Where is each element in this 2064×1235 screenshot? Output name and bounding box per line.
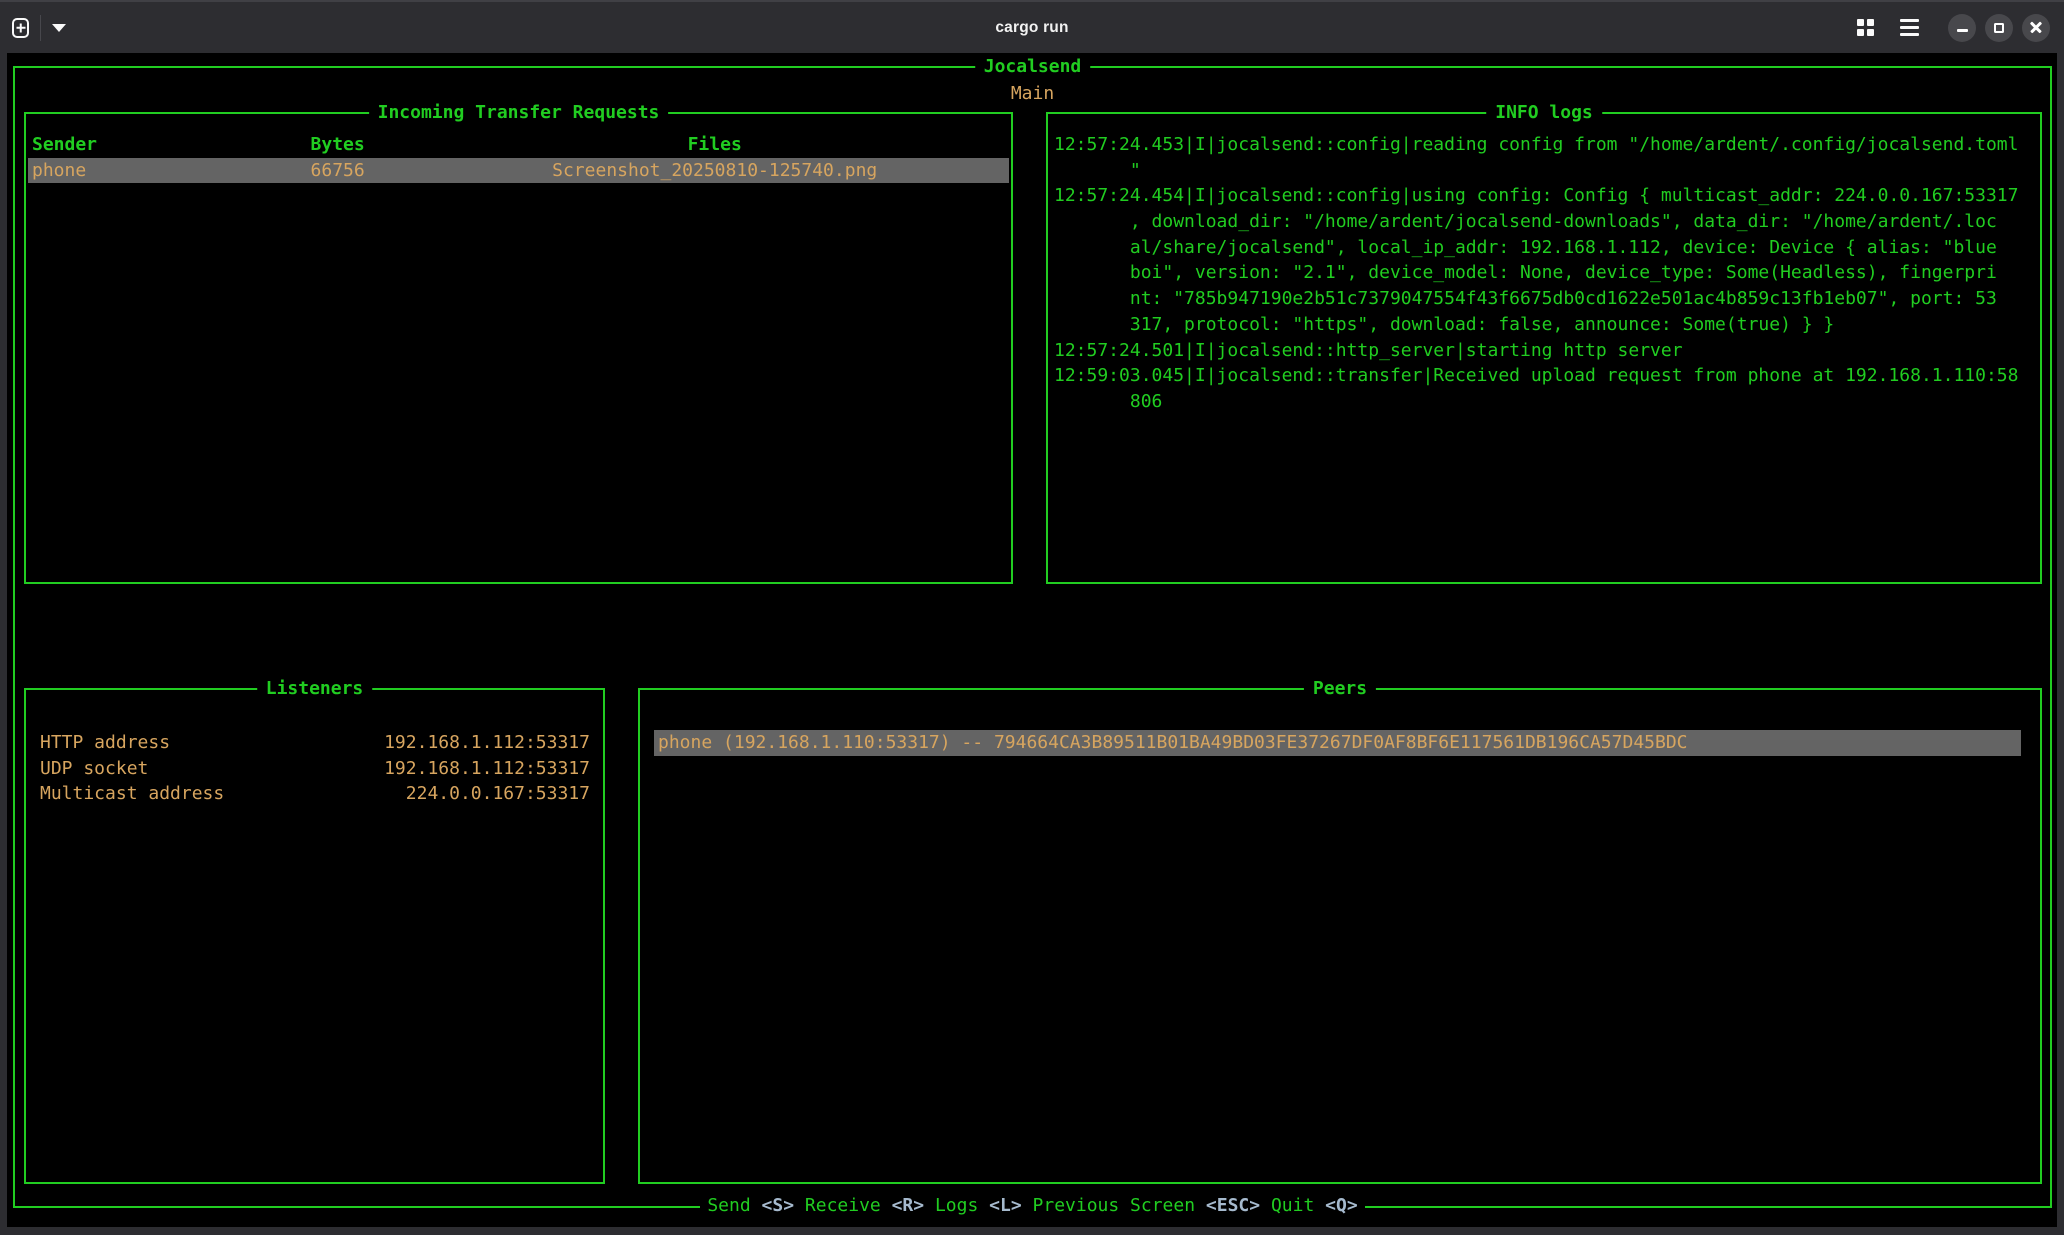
listener-label: HTTP address xyxy=(40,730,170,756)
row-files-cell: Screenshot_20250810-125740.png xyxy=(552,158,877,184)
previous-screen-action-label: Previous Screen xyxy=(1033,1195,1196,1216)
chevron-down-icon xyxy=(52,24,66,32)
peers-panel: Peers phone (192.168.1.110:53317) -- 794… xyxy=(638,688,2042,1184)
log-line: 12:57:24.501|I|jocalsend::http_server|st… xyxy=(1054,338,2040,364)
window-edge-right xyxy=(2057,53,2064,1235)
maximize-icon xyxy=(1994,23,2004,33)
listeners-list: HTTP address 192.168.1.112:53317 UDP soc… xyxy=(26,690,603,807)
listener-label: UDP socket xyxy=(40,756,148,782)
receive-key-hint: <R> xyxy=(892,1195,925,1216)
info-logs-panel-title: INFO logs xyxy=(1486,100,1602,126)
table-row[interactable]: phone 66756 Screenshot_20250810-125740.p… xyxy=(28,158,1009,184)
log-line: al/share/jocalsend", local_ip_addr: 192.… xyxy=(1054,235,2040,261)
logs-key-hint: <L> xyxy=(989,1195,1022,1216)
quit-action-label: Quit xyxy=(1271,1195,1314,1216)
listener-value: 192.168.1.112:53317 xyxy=(384,730,590,756)
listeners-panel-title: Listeners xyxy=(257,676,373,702)
close-icon xyxy=(2029,21,2043,35)
window-edge-bottom xyxy=(0,1227,2064,1235)
column-header-sender: Sender xyxy=(32,132,97,158)
window-title: cargo run xyxy=(995,19,1068,37)
column-header-bytes: Bytes xyxy=(311,132,365,158)
column-header-files: Files xyxy=(688,132,742,158)
footer-keybar: Send <S> Receive <R> Logs <L> Previous S… xyxy=(15,1193,2050,1219)
hamburger-icon xyxy=(1900,19,1919,36)
minimize-icon xyxy=(1957,29,1968,32)
list-item: Multicast address 224.0.0.167:53317 xyxy=(40,781,590,807)
logs-action-label: Logs xyxy=(935,1195,978,1216)
tab-list-dropdown-button[interactable] xyxy=(52,24,66,32)
listeners-panel: Listeners HTTP address 192.168.1.112:533… xyxy=(24,688,605,1184)
receive-action-label: Receive xyxy=(805,1195,881,1216)
minimize-button[interactable] xyxy=(1948,14,1976,42)
row-sender-cell: phone xyxy=(32,158,86,184)
log-line: 806 xyxy=(1054,389,2040,415)
titlebar-right-controls xyxy=(1857,2,2050,53)
listener-value: 224.0.0.167:53317 xyxy=(406,781,590,807)
new-tab-button[interactable] xyxy=(12,18,29,38)
send-key-hint: <S> xyxy=(762,1195,795,1216)
quit-key-hint: <Q> xyxy=(1325,1195,1358,1216)
titlebar: cargo run xyxy=(0,0,2064,53)
screen-label: Main xyxy=(15,81,2050,107)
log-line: , download_dir: "/home/ardent/jocalsend-… xyxy=(1054,209,2040,235)
list-item[interactable]: phone (192.168.1.110:53317) -- 794664CA3… xyxy=(654,730,2021,756)
tab-overview-button[interactable] xyxy=(1857,19,1900,36)
listener-label: Multicast address xyxy=(40,781,224,807)
app-title: Jocalsend xyxy=(975,54,1091,80)
titlebar-left-controls xyxy=(12,2,66,53)
log-line: 317, protocol: "https", download: false,… xyxy=(1054,312,2040,338)
log-line: boi", version: "2.1", device_model: None… xyxy=(1054,260,2040,286)
list-item: UDP socket 192.168.1.112:53317 xyxy=(40,756,590,782)
previous-screen-key-hint: <ESC> xyxy=(1206,1195,1260,1216)
new-tab-icon xyxy=(12,18,29,38)
listener-value: 192.168.1.112:53317 xyxy=(384,756,590,782)
log-line: " xyxy=(1054,158,2040,184)
list-item: HTTP address 192.168.1.112:53317 xyxy=(40,730,590,756)
log-line: 12:57:24.454|I|jocalsend::config|using c… xyxy=(1054,183,2040,209)
log-line: nt: "785b947190e2b51c7379047554f43f6675d… xyxy=(1054,286,2040,312)
maximize-button[interactable] xyxy=(1985,14,2013,42)
peers-panel-title: Peers xyxy=(1304,676,1376,702)
terminal-screen[interactable]: Jocalsend Main Send <S> Receive <R> Logs… xyxy=(0,53,2064,1227)
incoming-panel-title: Incoming Transfer Requests xyxy=(369,100,669,126)
send-action-label: Send xyxy=(707,1195,750,1216)
row-bytes-cell: 66756 xyxy=(311,158,365,184)
incoming-table-header: Sender Bytes Files xyxy=(28,132,1009,158)
incoming-transfer-requests-panel: Incoming Transfer Requests Sender Bytes … xyxy=(24,112,1013,584)
titlebar-divider xyxy=(40,15,41,41)
window-edge-left xyxy=(0,53,7,1235)
grid-icon xyxy=(1857,19,1874,36)
log-line: 12:59:03.045|I|jocalsend::transfer|Recei… xyxy=(1054,363,2040,389)
menu-button[interactable] xyxy=(1900,19,1939,36)
info-logs-panel: INFO logs 12:57:24.453|I|jocalsend::conf… xyxy=(1046,112,2042,584)
close-button[interactable] xyxy=(2022,14,2050,42)
console-window: cargo run Jocalsend Main Send <S> Receiv… xyxy=(0,0,2064,1235)
log-line: 12:57:24.453|I|jocalsend::config|reading… xyxy=(1054,132,2040,158)
log-lines: 12:57:24.453|I|jocalsend::config|reading… xyxy=(1048,114,2040,415)
